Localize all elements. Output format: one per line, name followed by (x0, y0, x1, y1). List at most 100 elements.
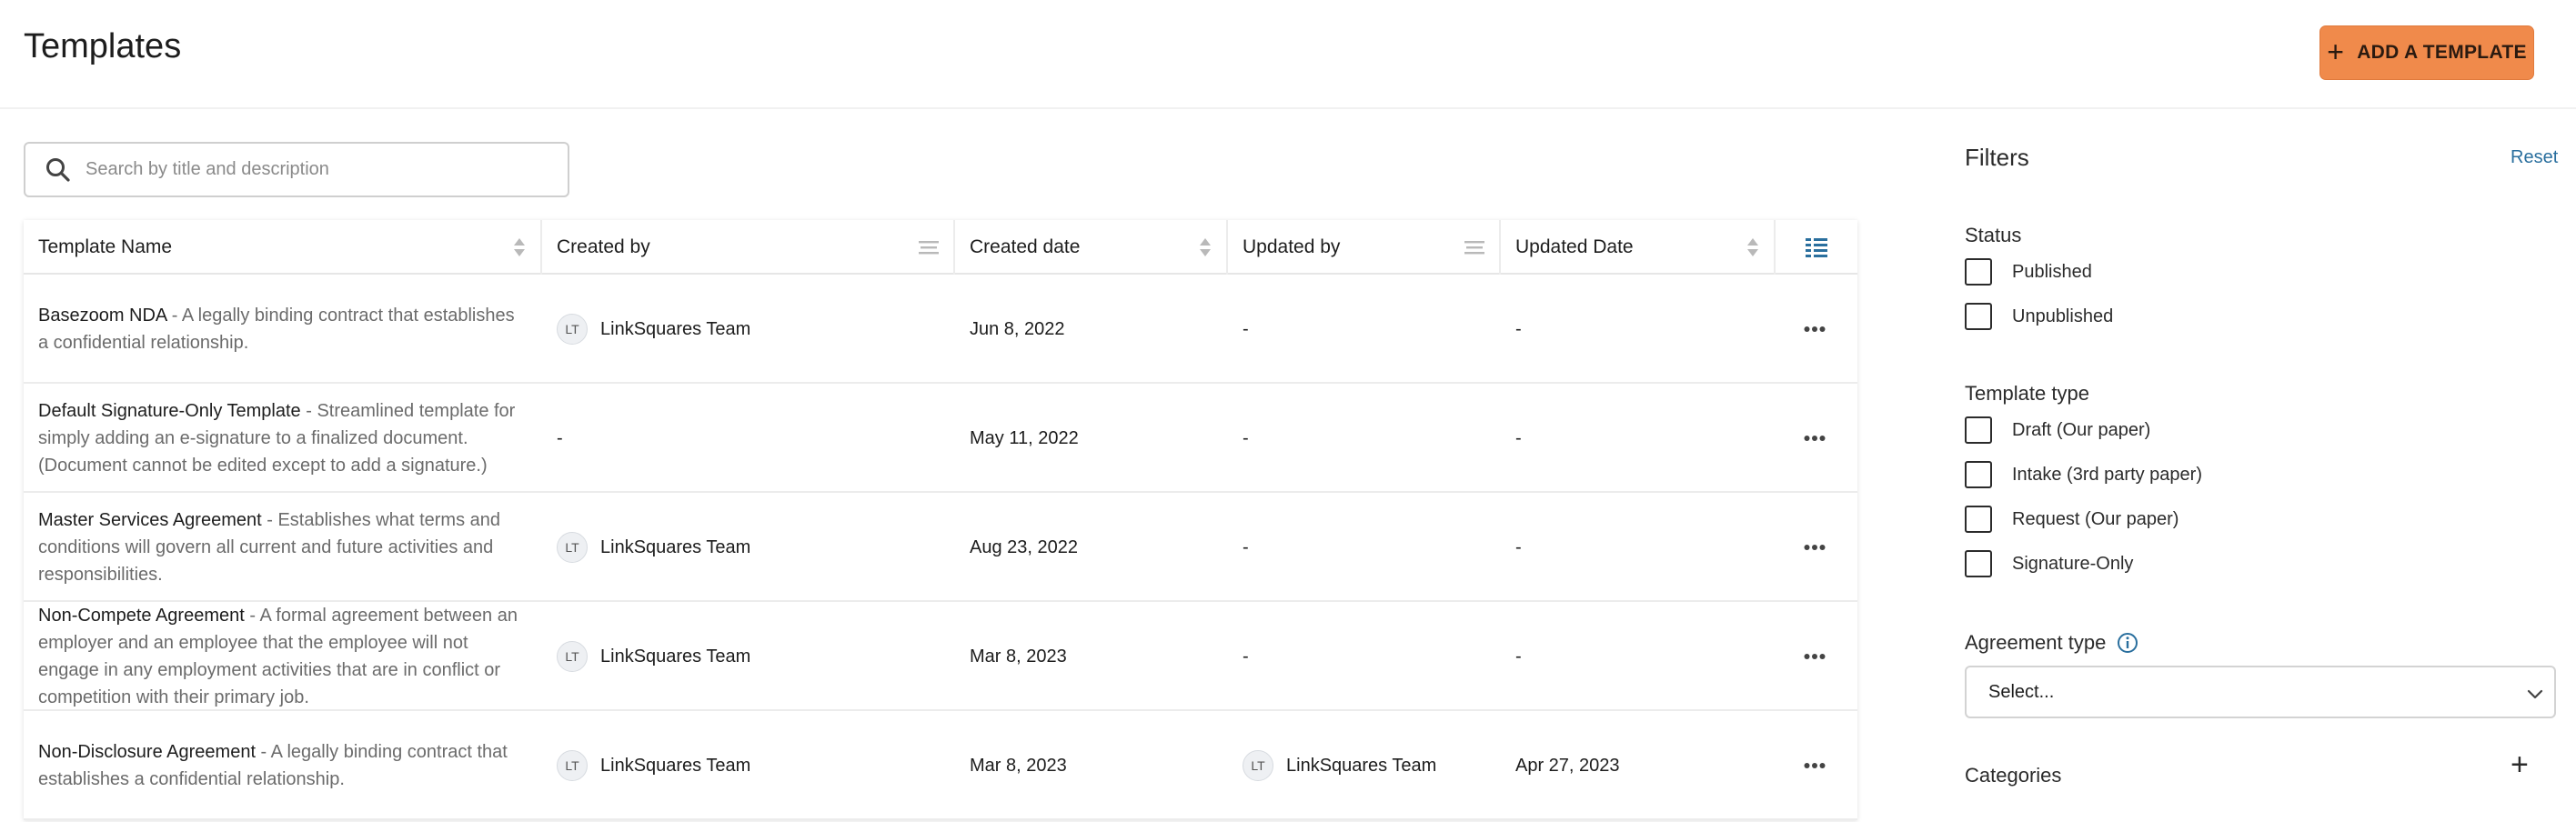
sort-icon[interactable] (511, 236, 528, 259)
row-actions (1801, 275, 1828, 384)
created-date: Jun 8, 2022 (970, 318, 1065, 339)
row-actions (1801, 493, 1828, 602)
updated-by: - (1243, 536, 1249, 557)
template-name[interactable]: Non-Compete Agreement (38, 606, 245, 626)
agreement-type-select[interactable]: Select... (1965, 666, 2556, 718)
reset-filters-link[interactable]: Reset (2511, 147, 2558, 168)
templates-table: Template Name Created by Created date Up… (24, 220, 1857, 820)
table-row[interactable]: Default Signature-Only Template - Stream… (24, 384, 1857, 493)
more-horizontal-icon[interactable] (1801, 425, 1828, 452)
more-horizontal-icon[interactable] (1801, 534, 1828, 561)
add-template-button[interactable]: + ADD A TEMPLATE (2319, 25, 2534, 80)
table-row[interactable]: Master Services Agreement - Establishes … (24, 493, 1857, 602)
search-input[interactable] (86, 159, 558, 180)
column-header-updated-by[interactable]: Updated by (1228, 220, 1501, 275)
checkbox-label: Unpublished (2012, 306, 2114, 326)
plus-icon[interactable]: + (2511, 749, 2529, 780)
checkbox-label: Published (2012, 261, 2092, 282)
checkbox[interactable] (1965, 416, 1992, 444)
updated-by: - (1243, 318, 1249, 339)
page-header: Templates + ADD A TEMPLATE (0, 0, 2576, 109)
column-header-updated-date[interactable]: Updated Date (1501, 220, 1776, 275)
more-horizontal-icon[interactable] (1801, 643, 1828, 670)
updated-date: - (1515, 646, 1522, 667)
separator: - (166, 306, 182, 326)
row-actions (1801, 384, 1828, 493)
filters-title: Filters (1965, 144, 2029, 171)
template-name[interactable]: Master Services Agreement (38, 510, 262, 530)
info-icon[interactable] (2117, 632, 2138, 654)
checkbox[interactable] (1965, 550, 1992, 577)
created-date: Aug 23, 2022 (970, 536, 1078, 557)
checkbox-published[interactable]: Published (1965, 258, 2092, 286)
updated-date: - (1515, 427, 1522, 448)
created-by-cell: LT LinkSquares Team (557, 493, 750, 602)
updated-date: - (1515, 318, 1522, 339)
checkbox-label: Signature-Only (2012, 553, 2134, 574)
updated-date: - (1515, 536, 1522, 557)
template-name-cell: Master Services Agreement - Establishes … (38, 493, 529, 602)
template-name[interactable]: Basezoom NDA (38, 306, 166, 326)
avatar: LT (557, 314, 588, 345)
checkbox-label: Request (Our paper) (2012, 508, 2179, 529)
template-name-cell: Default Signature-Only Template - Stream… (38, 384, 529, 493)
checkbox-label: Intake (3rd party paper) (2012, 464, 2202, 485)
column-chooser-icon[interactable] (1804, 236, 1829, 259)
separator: - (261, 510, 278, 530)
avatar: LT (1243, 750, 1273, 781)
column-header-created-date[interactable]: Created date (955, 220, 1228, 275)
row-actions (1801, 711, 1828, 820)
row-actions (1801, 602, 1828, 711)
column-header-label: Template Name (38, 236, 173, 257)
column-header-label: Updated Date (1515, 236, 1634, 257)
created-by: LinkSquares Team (600, 536, 751, 557)
column-header-created-by[interactable]: Created by (542, 220, 955, 275)
checkbox-draft[interactable]: Draft (Our paper) (1965, 416, 2150, 444)
column-menu-icon[interactable] (1463, 236, 1486, 259)
column-header-template-name[interactable]: Template Name (24, 220, 542, 275)
agreement-type-label: Agreement type (1965, 631, 2107, 654)
table-row[interactable]: Non-Compete Agreement - A formal agreeme… (24, 602, 1857, 711)
plus-icon: + (2327, 35, 2345, 68)
checkbox[interactable] (1965, 258, 1992, 286)
updated-date: Apr 27, 2023 (1515, 755, 1620, 776)
search-icon (46, 157, 70, 182)
table-row[interactable]: Non-Disclosure Agreement - A legally bin… (24, 711, 1857, 820)
template-name[interactable]: Non-Disclosure Agreement (38, 742, 256, 762)
avatar: LT (557, 641, 588, 672)
created-date: Mar 8, 2023 (970, 755, 1067, 776)
template-name-cell: Non-Compete Agreement - A formal agreeme… (38, 602, 529, 711)
sort-icon[interactable] (1197, 236, 1213, 259)
agreement-type-selected: Select... (1988, 681, 2055, 702)
add-template-label: ADD A TEMPLATE (2357, 42, 2527, 63)
column-menu-icon[interactable] (917, 236, 941, 259)
separator: - (256, 742, 271, 762)
more-horizontal-icon[interactable] (1801, 752, 1828, 779)
more-horizontal-icon[interactable] (1801, 316, 1828, 343)
created-date: Mar 8, 2023 (970, 646, 1067, 667)
checkbox-request[interactable]: Request (Our paper) (1965, 506, 2179, 533)
column-chooser[interactable] (1776, 220, 1857, 275)
updated-by-cell: LT LinkSquares Team (1243, 711, 1436, 820)
checkbox-unpublished[interactable]: Unpublished (1965, 303, 2113, 330)
checkbox-intake[interactable]: Intake (3rd party paper) (1965, 461, 2202, 488)
created-by-cell: LT LinkSquares Team (557, 602, 750, 711)
separator: - (300, 401, 317, 421)
created-by-cell: LT LinkSquares Team (557, 711, 750, 820)
updated-by: LinkSquares Team (1286, 755, 1437, 776)
column-header-label: Created by (557, 236, 650, 257)
agreement-type-filter-label: Agreement type (1965, 631, 2138, 655)
checkbox-signature-only[interactable]: Signature-Only (1965, 550, 2133, 577)
categories-filter-label: Categories (1965, 764, 2062, 787)
separator: - (244, 606, 260, 626)
checkbox[interactable] (1965, 303, 1992, 330)
table-row[interactable]: Basezoom NDA - A legally binding contrac… (24, 275, 1857, 384)
template-name[interactable]: Default Signature-Only Template (38, 401, 301, 421)
sort-icon[interactable] (1745, 236, 1761, 259)
checkbox[interactable] (1965, 506, 1992, 533)
created-by-cell: LT LinkSquares Team (557, 275, 750, 384)
status-filter-label: Status (1965, 224, 2022, 246)
column-header-label: Updated by (1243, 236, 1341, 257)
checkbox[interactable] (1965, 461, 1992, 488)
search-box[interactable] (24, 142, 569, 197)
